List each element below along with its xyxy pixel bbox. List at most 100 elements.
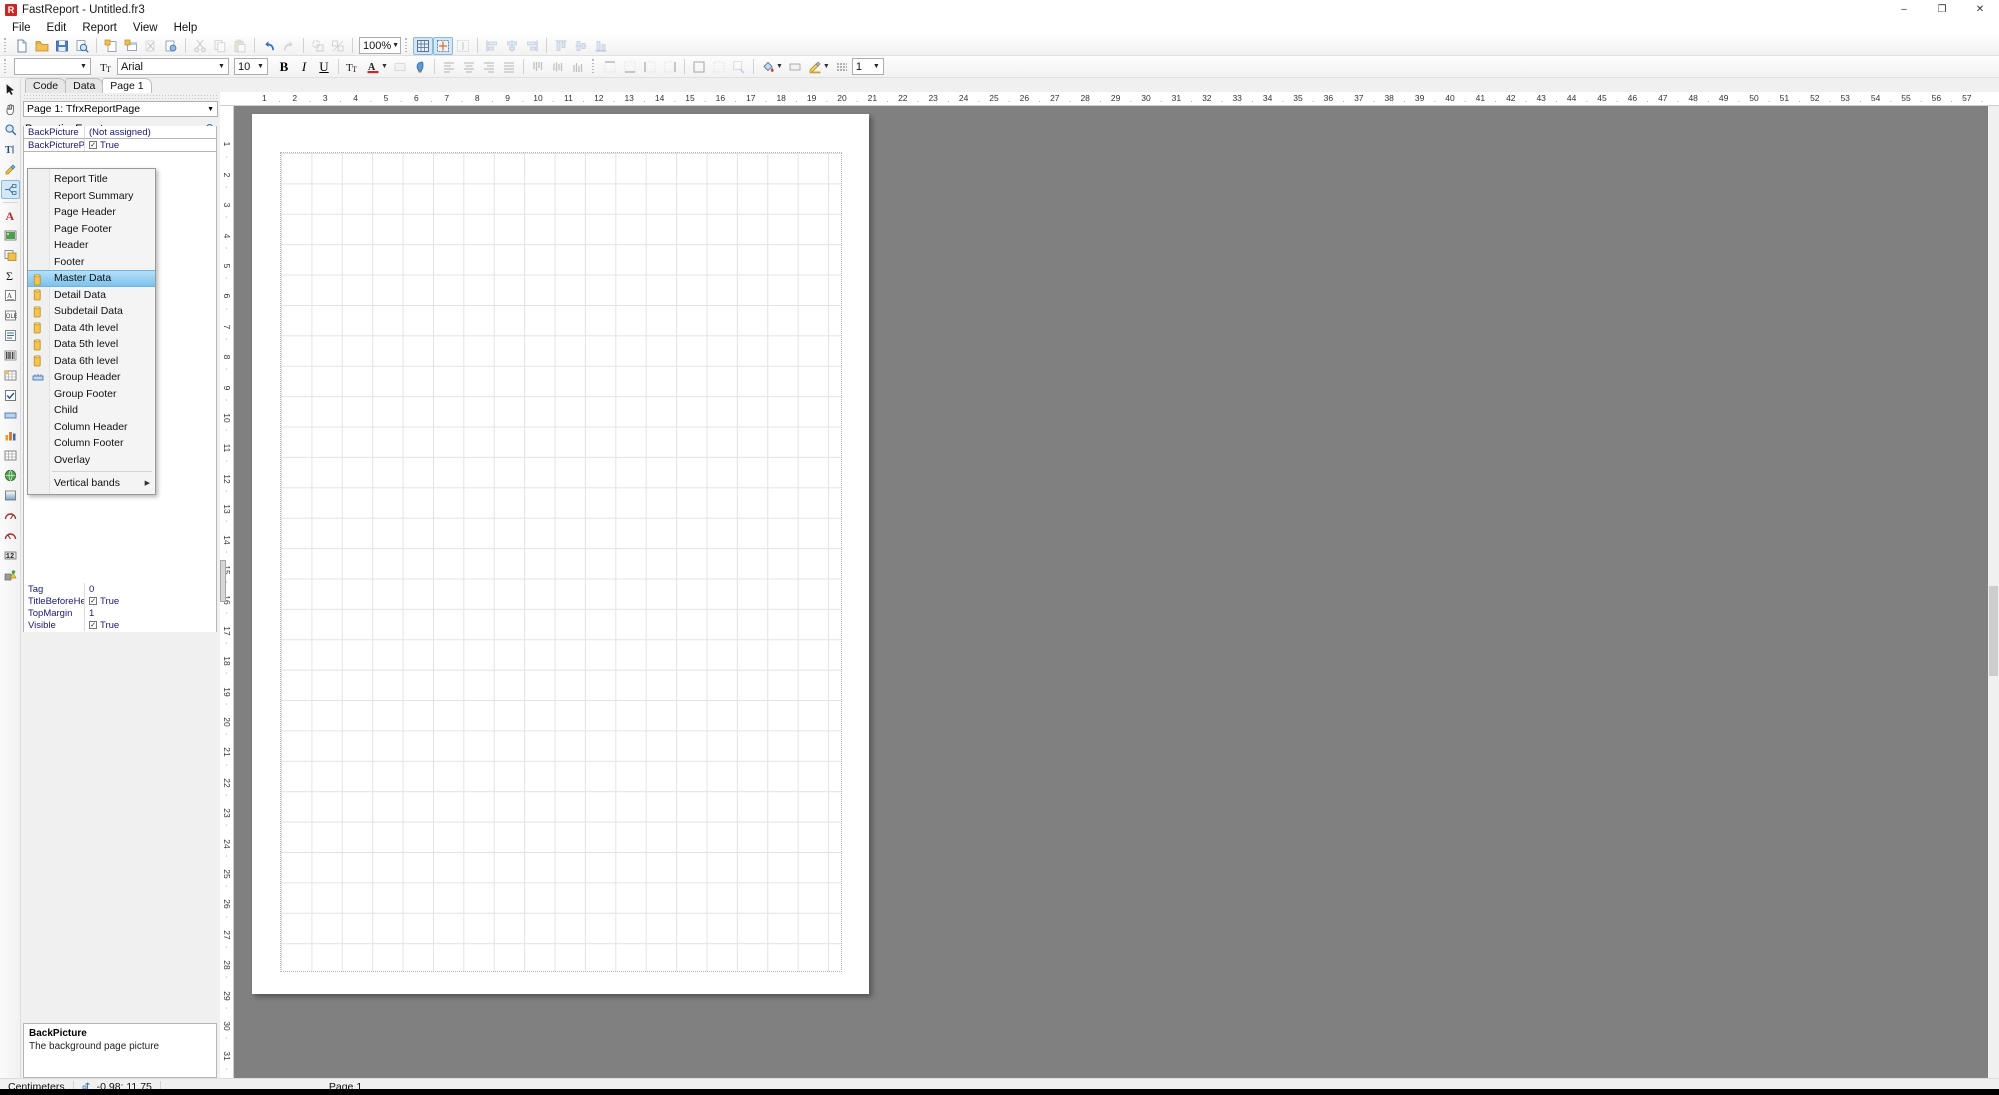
- property-checkbox[interactable]: ✓: [89, 621, 97, 629]
- shape-object-tool[interactable]: [1, 566, 20, 585]
- chevron-down-icon[interactable]: ▼: [823, 63, 830, 70]
- menu-report[interactable]: Report: [74, 21, 125, 35]
- rich-text-object-tool[interactable]: A: [1, 286, 20, 305]
- menu-edit[interactable]: Edit: [39, 21, 75, 35]
- save-report-button[interactable]: [52, 37, 72, 55]
- menu-item-footer[interactable]: Footer: [28, 254, 155, 271]
- work-area-vertical-scrollbar[interactable]: [1988, 106, 1999, 1078]
- frame-left-button[interactable]: [640, 58, 660, 76]
- undo-button[interactable]: [259, 37, 279, 55]
- vertical-splitter-handle[interactable]: [220, 560, 226, 602]
- property-row[interactable]: Tag 0: [24, 583, 216, 595]
- property-row[interactable]: TitleBeforeHe ✓ True: [24, 595, 216, 607]
- chart-object-tool[interactable]: [1, 426, 20, 445]
- zoom-tool[interactable]: [1, 120, 20, 139]
- font-dialog-button[interactable]: TT: [97, 58, 117, 76]
- tab-code[interactable]: Code: [25, 78, 67, 93]
- menu-item-data-4th-level[interactable]: Data 4th level: [28, 320, 155, 337]
- select-tool[interactable]: [1, 80, 20, 99]
- property-value[interactable]: (Not assigned): [85, 127, 151, 138]
- menu-item-data-5th-level[interactable]: Data 5th level: [28, 336, 155, 353]
- property-checkbox[interactable]: ✓: [89, 597, 97, 605]
- menu-file[interactable]: File: [4, 21, 39, 35]
- object-name-combo[interactable]: ▼: [14, 58, 91, 75]
- preview-report-button[interactable]: [72, 37, 92, 55]
- frame-none-button[interactable]: [709, 58, 729, 76]
- menu-view[interactable]: View: [125, 21, 166, 35]
- chevron-down-icon[interactable]: ▼: [254, 59, 267, 74]
- menu-help[interactable]: Help: [166, 21, 206, 35]
- object-selector-combo[interactable]: Page 1: TfrxReportPage ▼: [23, 101, 218, 117]
- menu-item-master-data[interactable]: Master Data: [28, 270, 155, 287]
- digital-counter-tool[interactable]: 12: [1, 546, 20, 565]
- picture-object-tool[interactable]: [1, 226, 20, 245]
- font-name-combo[interactable]: Arial ▼: [117, 58, 229, 75]
- align-middle-button[interactable]: [571, 37, 591, 55]
- menu-item-page-header[interactable]: Page Header: [28, 204, 155, 221]
- text-valign-middle-button[interactable]: [548, 58, 568, 76]
- toolbar-grip[interactable]: [3, 37, 9, 54]
- chevron-down-icon[interactable]: ▼: [381, 63, 388, 70]
- property-checkbox[interactable]: ✓: [89, 141, 97, 149]
- property-row[interactable]: BackPictureP ✓ True: [24, 139, 216, 151]
- menu-item-child[interactable]: Child: [28, 402, 155, 419]
- gauge-object-tool[interactable]: [1, 506, 20, 525]
- text-align-left-button[interactable]: [439, 58, 459, 76]
- menu-item-data-6th-level[interactable]: Data 6th level: [28, 353, 155, 370]
- paste-button[interactable]: [230, 37, 250, 55]
- cut-button[interactable]: [190, 37, 210, 55]
- text-tool[interactable]: T: [1, 140, 20, 159]
- properties-grid-bottom[interactable]: Tag 0 TitleBeforeHe ✓ True TopMargin 1 V…: [23, 583, 217, 632]
- align-bottom-button[interactable]: [591, 37, 611, 55]
- frame-bottom-button[interactable]: [620, 58, 640, 76]
- ole-object-tool[interactable]: OLE: [1, 306, 20, 325]
- frame-color-button[interactable]: [805, 58, 825, 76]
- barcode-object-tool[interactable]: [1, 346, 20, 365]
- menu-item-group-header[interactable]: Group Header: [28, 369, 155, 386]
- chevron-down-icon[interactable]: ▼: [215, 59, 228, 74]
- design-work-area[interactable]: [234, 106, 1999, 1078]
- linear-gauge-tool[interactable]: [1, 526, 20, 545]
- new-dialog-button[interactable]: [121, 37, 141, 55]
- font-size-combo[interactable]: 10 ▼: [234, 58, 268, 75]
- toolbar-grip[interactable]: [404, 37, 410, 54]
- chevron-down-icon[interactable]: ▼: [77, 59, 90, 74]
- menu-item-vertical-bands[interactable]: Vertical bands ▶: [28, 475, 155, 492]
- open-report-button[interactable]: [32, 37, 52, 55]
- frame-top-button[interactable]: [600, 58, 620, 76]
- chevron-down-icon[interactable]: ▼: [870, 59, 883, 74]
- tab-data[interactable]: Data: [65, 78, 104, 93]
- tab-page-1[interactable]: Page 1: [102, 78, 152, 93]
- font-color-button[interactable]: A: [363, 58, 383, 76]
- zoom-combo[interactable]: 100% ▼: [359, 37, 401, 54]
- maximize-button[interactable]: ❐: [1923, 0, 1961, 19]
- text-object-tool[interactable]: A: [1, 206, 20, 225]
- gradient-object-tool[interactable]: [1, 486, 20, 505]
- align-center-horz-button[interactable]: [502, 37, 522, 55]
- format-painter-button[interactable]: [410, 58, 430, 76]
- menu-item-header[interactable]: Header: [28, 237, 155, 254]
- text-align-center-button[interactable]: [459, 58, 479, 76]
- checkbox-list-tool[interactable]: [1, 326, 20, 345]
- align-top-button[interactable]: [551, 37, 571, 55]
- no-fill-button[interactable]: [785, 58, 805, 76]
- property-value[interactable]: ✓ True: [85, 140, 119, 151]
- map-object-tool[interactable]: [1, 466, 20, 485]
- property-row[interactable]: TopMargin 1: [24, 607, 216, 619]
- close-button[interactable]: ✕: [1961, 0, 1999, 19]
- format-copy-tool[interactable]: [1, 160, 20, 179]
- text-valign-top-button[interactable]: [528, 58, 548, 76]
- show-grid-button[interactable]: [413, 36, 433, 55]
- page-design-grid[interactable]: [280, 152, 842, 972]
- fill-color-button[interactable]: [758, 58, 778, 76]
- chevron-down-icon[interactable]: ▼: [776, 63, 783, 70]
- property-row[interactable]: Visible ✓ True: [24, 619, 216, 631]
- new-page-button[interactable]: [101, 37, 121, 55]
- property-value[interactable]: 0: [85, 584, 94, 595]
- chevron-down-icon[interactable]: ▼: [207, 106, 217, 113]
- chevron-down-icon[interactable]: ▼: [391, 38, 400, 53]
- properties-grid-top[interactable]: BackPicture (Not assigned): [23, 126, 217, 139]
- bold-button[interactable]: B: [274, 58, 294, 76]
- underline-button[interactable]: U: [314, 58, 334, 76]
- ungroup-button[interactable]: [328, 37, 348, 55]
